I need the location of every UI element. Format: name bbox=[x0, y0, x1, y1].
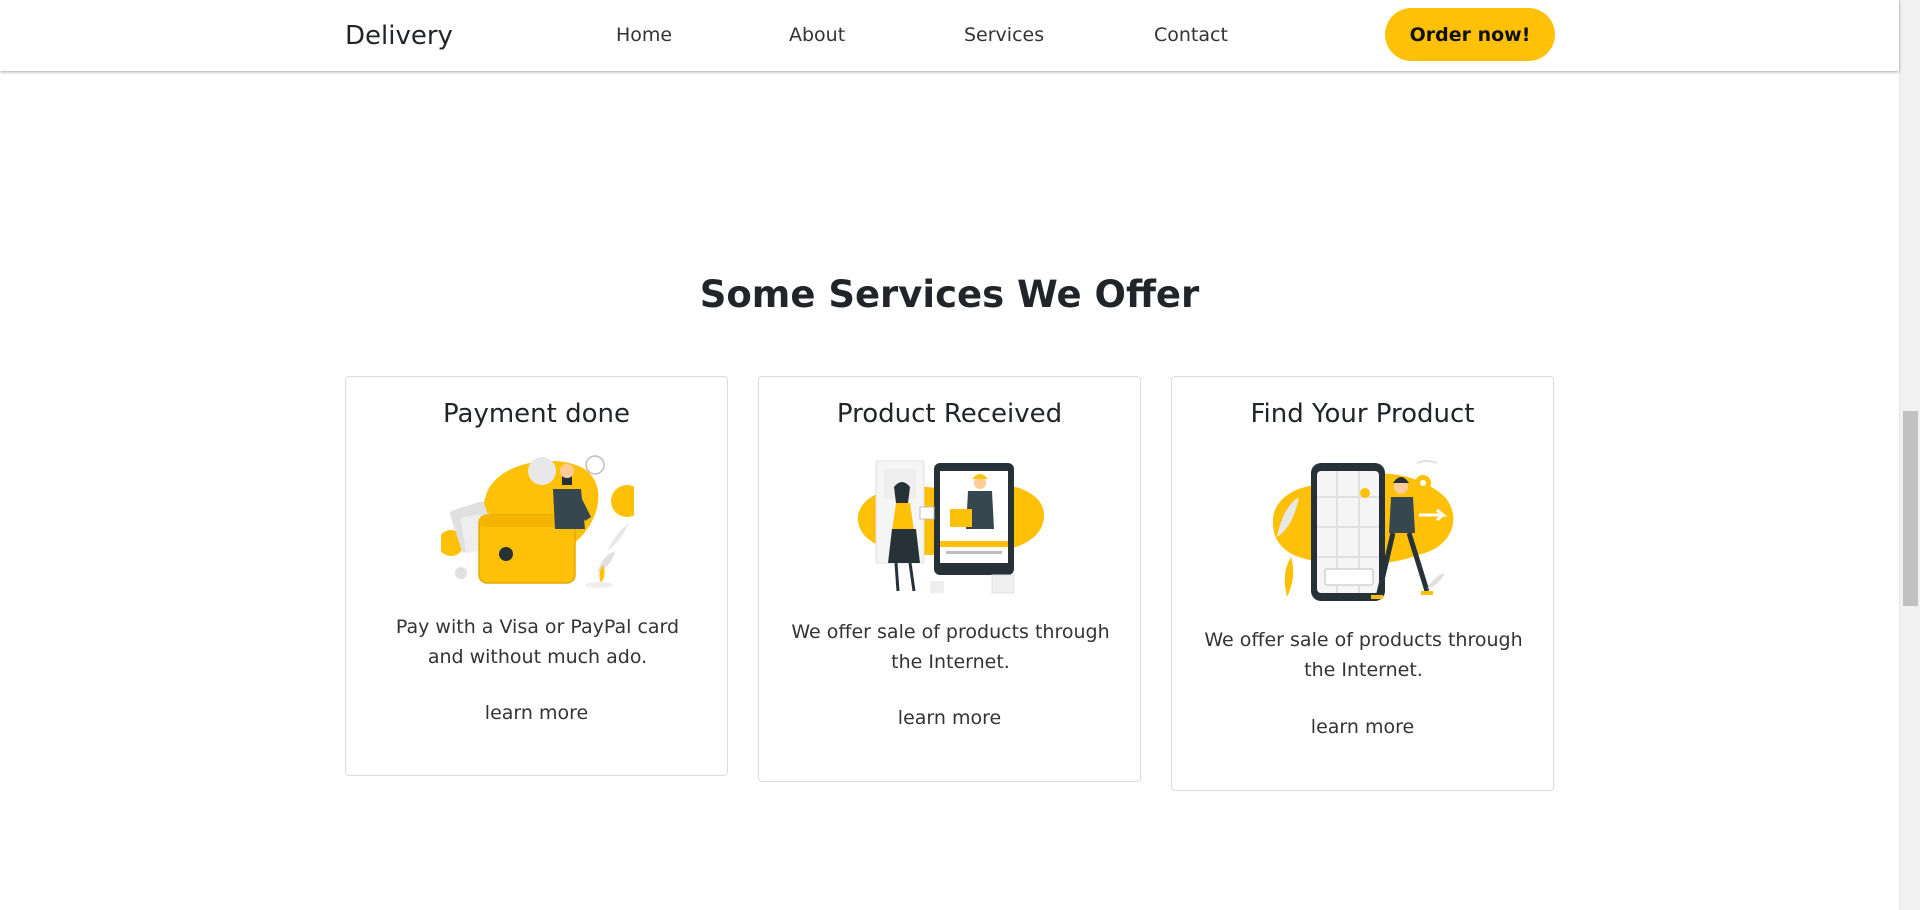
card-title: Payment done bbox=[443, 399, 630, 429]
card-description: Pay with a Visa or PayPal card and witho… bbox=[395, 616, 680, 668]
card-description: We offer sale of products through the In… bbox=[791, 621, 1110, 673]
card-title: Product Received bbox=[836, 399, 1063, 429]
tablet-delivery-illustration bbox=[857, 460, 1044, 594]
scrollbar-thumb[interactable] bbox=[1903, 411, 1918, 606]
learn-more-link[interactable]: learn more bbox=[759, 707, 1140, 729]
nav-link-services[interactable]: Services bbox=[964, 24, 1044, 46]
learn-more-link[interactable]: learn more bbox=[346, 702, 727, 724]
navbar: Delivery Home About Services Contact Ord… bbox=[0, 0, 1899, 71]
card-description: We offer sale of products through the In… bbox=[1204, 629, 1523, 681]
service-card-find: Find Your Product We offer sale of produ… bbox=[1171, 376, 1554, 791]
nav-link-home[interactable]: Home bbox=[616, 24, 672, 46]
order-now-button[interactable]: Order now! bbox=[1385, 8, 1555, 61]
phone-map-illustration bbox=[1272, 460, 1454, 601]
vertical-scrollbar[interactable] bbox=[1899, 0, 1920, 910]
section-title: Some Services We Offer bbox=[699, 273, 1200, 316]
service-card-received: Product Received We offer sale of produc… bbox=[758, 376, 1141, 782]
service-card-payment: Payment done Pay with a Visa or PayPal c… bbox=[345, 376, 728, 776]
brand-logo[interactable]: Delivery bbox=[345, 21, 453, 51]
nav-link-contact[interactable]: Contact bbox=[1154, 24, 1228, 46]
card-title: Find Your Product bbox=[1250, 399, 1475, 429]
nav-link-about[interactable]: About bbox=[789, 24, 845, 46]
learn-more-link[interactable]: learn more bbox=[1172, 716, 1553, 738]
wallet-payment-illustration bbox=[441, 455, 634, 588]
